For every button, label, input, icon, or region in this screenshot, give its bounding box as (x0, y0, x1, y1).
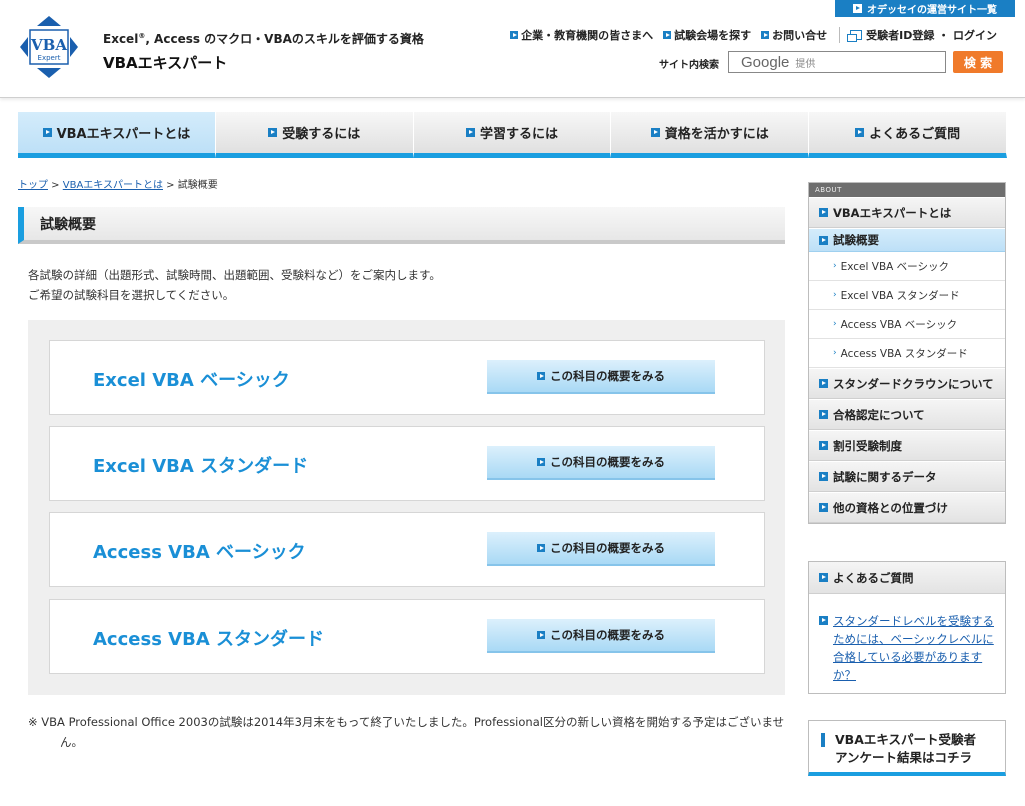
chevron-right-icon: › (833, 319, 837, 329)
window-icon (847, 30, 863, 42)
sidebar-about-header: ABOUT (809, 183, 1005, 197)
nav-take-exam[interactable]: 受験するには (215, 112, 414, 158)
arrow-square-icon (537, 372, 545, 380)
exam-name[interactable]: Excel VBA スタンダード (93, 427, 308, 502)
arrow-square-icon (819, 573, 828, 582)
view-overview-button[interactable]: この科目の概要をみる (487, 619, 715, 653)
site-tagline: Excel®, Access のマクロ・VBAのスキルを評価する資格 (103, 32, 424, 46)
faq-question-link[interactable]: スタンダードレベルを受験するためには、ベーシックレベルに合格している必要がありま… (833, 612, 997, 684)
google-label: Google (741, 53, 790, 71)
logo-text: VBA (30, 36, 67, 54)
accent-bar (821, 733, 825, 747)
arrow-square-icon (268, 128, 278, 137)
view-overview-button[interactable]: この科目の概要をみる (487, 532, 715, 566)
view-overview-button[interactable]: この科目の概要をみる (487, 360, 715, 394)
sidebar-faq: よくあるご質問 スタンダードレベルを受験するためには、ベーシックレベルに合格して… (808, 561, 1006, 694)
sidebar-sub-access-standard[interactable]: › Access VBA スタンダード (809, 339, 1005, 368)
breadcrumb-current: 試験概要 (177, 180, 218, 191)
site-search-input[interactable]: Google 提供 (728, 51, 946, 73)
arrow-square-icon (819, 235, 828, 245)
arrow-square-icon (537, 631, 545, 639)
exam-name[interactable]: Access VBA ベーシック (93, 513, 306, 588)
intro-text: 各試験の詳細（出題形式、試験時間、出題範囲、受験料など）をご案内します。 ご希望… (28, 268, 441, 302)
contact-link[interactable]: お問い合せ (761, 27, 827, 43)
odyssey-sites-link[interactable]: オデッセイの運営サイト一覧 (835, 0, 1015, 17)
sidebar-item-about[interactable]: VBAエキスパートとは (809, 197, 1005, 228)
sidebar-item-overview[interactable]: 試験概要 (809, 228, 1005, 252)
exam-card-excel-standard: Excel VBA スタンダード この科目の概要をみる (49, 426, 765, 501)
provided-label: 提供 (795, 58, 816, 70)
arrow-square-icon (819, 503, 828, 512)
chevron-right-icon: › (833, 261, 837, 271)
divider (839, 27, 841, 43)
arrow-square-icon (819, 379, 828, 388)
exam-card-excel-basic: Excel VBA ベーシック この科目の概要をみる (49, 340, 765, 415)
sidebar-item-exam-data[interactable]: 試験に関するデータ (809, 461, 1005, 492)
exam-list: Excel VBA ベーシック この科目の概要をみる Excel VBA スタン… (28, 320, 785, 695)
sidebar-item-discount[interactable]: 割引受験制度 (809, 430, 1005, 461)
arrow-square-icon (819, 472, 828, 481)
survey-banner[interactable]: VBAエキスパート受験者 アンケート結果はコチラ (808, 720, 1006, 776)
exam-card-access-basic: Access VBA ベーシック この科目の概要をみる (49, 512, 765, 587)
sidebar-sub-excel-standard[interactable]: › Excel VBA スタンダード (809, 281, 1005, 310)
arrow-square-icon (855, 128, 865, 137)
faq-question: スタンダードレベルを受験するためには、ベーシックレベルに合格している必要がありま… (819, 612, 997, 684)
breadcrumb: トップ > VBAエキスパートとは > 試験概要 (18, 180, 218, 191)
site-search-label: サイト内検索 (659, 60, 719, 71)
logo-subtext: Expert (38, 54, 61, 62)
register-login-link[interactable]: 受験者ID登録 ・ ログイン (847, 27, 997, 43)
exam-name[interactable]: Excel VBA ベーシック (93, 341, 290, 416)
exam-name[interactable]: Access VBA スタンダード (93, 600, 324, 675)
arrow-square-icon (510, 31, 519, 39)
nav-about[interactable]: VBAエキスパートとは (18, 112, 216, 158)
arrow-square-icon (537, 544, 545, 552)
sidebar-item-certification[interactable]: 合格認定について (809, 399, 1005, 430)
arrow-square-icon (663, 31, 672, 39)
arrow-square-icon (819, 410, 828, 419)
view-overview-button[interactable]: この科目の概要をみる (487, 446, 715, 480)
sidebar-about: ABOUT VBAエキスパートとは 試験概要 › Excel VBA ベーシック … (808, 182, 1006, 524)
arrow-square-icon (761, 31, 770, 39)
global-nav: VBAエキスパートとは 受験するには 学習するには 資格を活かすには よくあるご… (18, 112, 1007, 158)
arrow-square-icon (465, 128, 475, 137)
site-brand[interactable]: VBAエキスパート (103, 52, 227, 73)
arrow-square-icon (819, 208, 828, 217)
exam-card-access-standard: Access VBA スタンダード この科目の概要をみる (49, 599, 765, 674)
corporate-link[interactable]: 企業・教育機関の皆さまへ (510, 27, 653, 43)
sidebar-item-standard-crown[interactable]: スタンダードクラウンについて (809, 368, 1005, 399)
arrow-square-icon (819, 616, 828, 625)
breadcrumb-parent[interactable]: VBAエキスパートとは (63, 180, 163, 191)
header-top-links: 企業・教育機関の皆さまへ 試験会場を探す お問い合せ 受験者ID登録 ・ ログイ… (500, 27, 997, 43)
breadcrumb-home[interactable]: トップ (18, 180, 48, 191)
sidebar-sub-access-basic[interactable]: › Access VBA ベーシック (809, 310, 1005, 339)
site-header: VBA Expert Excel®, Access のマクロ・VBAのスキルを評… (0, 0, 1025, 98)
chevron-right-icon: › (833, 348, 837, 358)
arrow-square-icon (42, 128, 52, 137)
sidebar-faq-header[interactable]: よくあるご質問 (809, 562, 1005, 594)
search-button[interactable]: 検 索 (953, 51, 1003, 73)
chevron-right-icon: › (833, 290, 837, 300)
arrow-square-icon (537, 458, 545, 466)
arrow-square-icon (650, 128, 660, 137)
sidebar-sub-excel-basic[interactable]: › Excel VBA ベーシック (809, 252, 1005, 281)
nav-faq[interactable]: よくあるご質問 (809, 112, 1007, 158)
notice-text: ※ VBA Professional Office 2003の試験は2014年3… (28, 715, 785, 749)
find-venue-link[interactable]: 試験会場を探す (663, 27, 751, 43)
sidebar-item-positioning[interactable]: 他の資格との位置づけ (809, 492, 1005, 523)
arrow-square-icon (853, 4, 862, 13)
vba-expert-logo[interactable]: VBA Expert (18, 14, 80, 80)
arrow-square-icon (819, 441, 828, 450)
nav-use-qualification[interactable]: 資格を活かすには (611, 112, 810, 158)
page-title: 試験概要 (18, 207, 785, 244)
nav-study[interactable]: 学習するには (413, 112, 612, 158)
